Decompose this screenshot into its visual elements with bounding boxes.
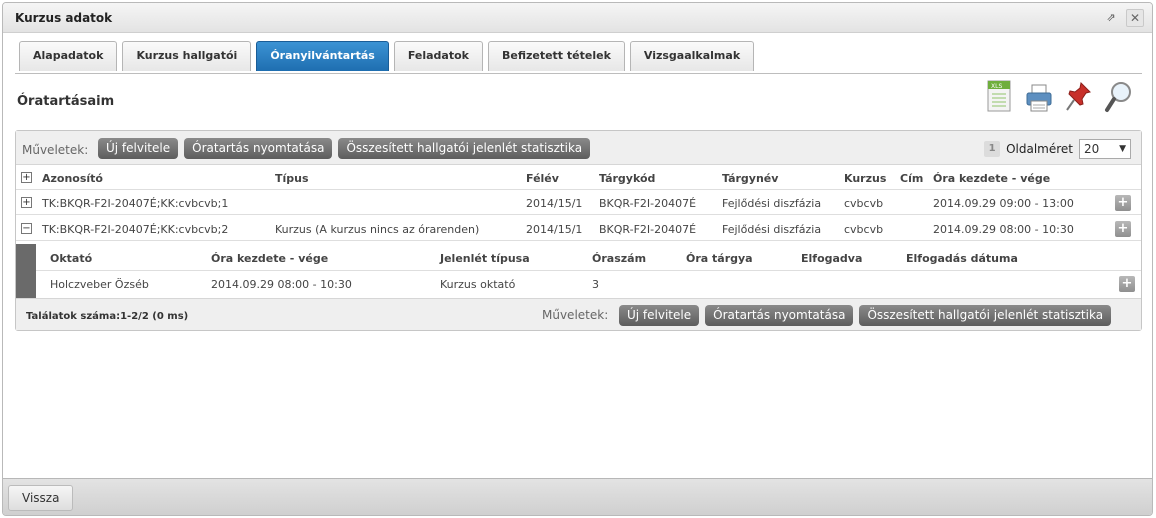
tab-vizsgaalkalmak[interactable]: Vizsgaalkalmak — [629, 41, 755, 71]
expand-row-icon[interactable]: + — [21, 197, 32, 208]
tab-alapadatok[interactable]: Alapadatok — [19, 41, 118, 71]
col-kurzus[interactable]: Kurzus — [844, 172, 886, 185]
print-icon[interactable] — [1024, 79, 1054, 115]
tab-oranyilvantartas[interactable]: Óranyilvántartás — [256, 41, 389, 71]
tab-bar: Alapadatok Kurzus hallgatói Óranyilvánta… — [19, 41, 755, 73]
table-header: + Azonosító Típus Félév Tárgykód Tárgyné… — [16, 166, 1141, 190]
print-lesson-button[interactable]: Óratartás nyomtatása — [705, 305, 854, 326]
col-ora-kezdete[interactable]: Óra kezdete - vége — [933, 172, 1050, 185]
course-data-window: Kurzus adatok ⇗ ✕ Alapadatok Kurzus hall… — [2, 2, 1153, 516]
subcol-ora-kezdete[interactable]: Óra kezdete - vége — [211, 252, 328, 265]
result-count: Találatok száma:1-2/2 (0 ms) — [26, 311, 189, 322]
cell-targynev: Fejlődési diszfázia — [722, 197, 822, 210]
cell-ora-kezdete: 2014.09.29 09:00 - 13:00 — [933, 197, 1074, 210]
grid-footer: Találatok száma:1-2/2 (0 ms) Műveletek: … — [16, 298, 1141, 330]
cell-targykod: BKQR-F2I-20407É — [599, 223, 697, 236]
page-size-label: Oldalméret — [1006, 142, 1073, 156]
tab-divider — [15, 73, 1142, 74]
subcol-elfogadva[interactable]: Elfogadva — [801, 252, 862, 265]
page-size-select[interactable]: 20 ▼ — [1079, 139, 1131, 159]
subcell-oktato: Holczveber Özséb — [50, 278, 149, 291]
col-tipus[interactable]: Típus — [275, 172, 309, 185]
subcell-ora-kezdete: 2014.09.29 08:00 - 10:30 — [211, 278, 352, 291]
back-button[interactable]: Vissza — [8, 485, 74, 511]
toolbar-icons: XLS — [984, 79, 1134, 115]
page-title: Óratartásaim — [17, 94, 115, 109]
attendance-stats-button[interactable]: Összesített hallgatói jelenlét statiszti… — [338, 138, 591, 159]
tab-befizetett-tetelek[interactable]: Befizetett tételek — [487, 41, 625, 71]
row-add-icon[interactable]: + — [1115, 221, 1131, 237]
subcol-ora-targya[interactable]: Óra tárgya — [686, 252, 753, 265]
popout-icon[interactable]: ⇗ — [1104, 11, 1118, 25]
window-title: Kurzus adatok — [15, 11, 113, 25]
subtable-indent-bar — [16, 244, 36, 298]
tab-feladatok[interactable]: Feladatok — [393, 41, 483, 71]
cell-targykod: BKQR-F2I-20407É — [599, 197, 697, 210]
footer-actions-label: Műveletek: — [542, 308, 609, 322]
actions-label: Műveletek: — [22, 143, 89, 157]
col-targykod[interactable]: Tárgykód — [599, 172, 655, 185]
pin-icon[interactable] — [1064, 79, 1094, 115]
cell-targynev: Fejlődési diszfázia — [722, 223, 822, 236]
subrow-add-icon[interactable]: + — [1119, 276, 1135, 292]
cell-felev: 2014/15/1 — [526, 223, 583, 236]
col-cim[interactable]: Cím — [900, 172, 923, 185]
subcell-jelenlet-tipusa: Kurzus oktató — [440, 278, 516, 291]
table-row[interactable]: − TK:BKQR-F2I-20407É;KK:cvbcvb;2 Kurzus … — [16, 217, 1141, 241]
page-number[interactable]: 1 — [984, 141, 1001, 157]
detail-subtable: Oktató Óra kezdete - vége Jelenlét típus… — [16, 244, 1141, 298]
collapse-row-icon[interactable]: − — [21, 223, 32, 234]
subcol-elfogadas-datuma[interactable]: Elfogadás dátuma — [906, 252, 1018, 265]
dialog-footer: Vissza — [3, 478, 1152, 515]
tab-kurzus-hallgatoi[interactable]: Kurzus hallgatói — [122, 41, 252, 71]
cell-azonosito: TK:BKQR-F2I-20407É;KK:cvbcvb;2 — [42, 223, 229, 236]
window-titlebar: Kurzus adatok ⇗ ✕ — [3, 3, 1152, 33]
cell-tipus: Kurzus (A kurzus nincs az órarenden) — [275, 223, 480, 236]
svg-text:XLS: XLS — [991, 83, 1002, 90]
attendance-stats-button[interactable]: Összesített hallgatói jelenlét statiszti… — [859, 305, 1112, 326]
close-icon[interactable]: ✕ — [1126, 9, 1144, 27]
cell-ora-kezdete: 2014.09.29 08:00 - 10:30 — [933, 223, 1074, 236]
subtable-header: Oktató Óra kezdete - vége Jelenlét típus… — [36, 244, 1141, 271]
col-felev[interactable]: Félév — [526, 172, 559, 185]
cell-felev: 2014/15/1 — [526, 197, 583, 210]
subtable-row[interactable]: Holczveber Özséb 2014.09.29 08:00 - 10:3… — [36, 271, 1141, 297]
grid-toolbar: Műveletek: Új felvitele Óratartás nyomta… — [16, 131, 1141, 165]
search-icon[interactable] — [1104, 79, 1134, 115]
new-entry-button[interactable]: Új felvitele — [98, 138, 179, 159]
cell-kurzus: cvbcvb — [844, 223, 884, 236]
subcol-oktato[interactable]: Oktató — [50, 252, 92, 265]
subcell-oraszam: 3 — [592, 278, 599, 291]
subcol-oraszam[interactable]: Óraszám — [592, 252, 646, 265]
expand-all-icon[interactable]: + — [21, 172, 32, 183]
subcol-jelenlet-tipusa[interactable]: Jelenlét típusa — [440, 252, 530, 265]
col-azonosito[interactable]: Azonosító — [42, 172, 103, 185]
page-size-value: 20 — [1084, 142, 1100, 156]
cell-azonosito: TK:BKQR-F2I-20407É;KK:cvbcvb;1 — [42, 197, 229, 210]
print-lesson-button[interactable]: Óratartás nyomtatása — [184, 138, 333, 159]
row-add-icon[interactable]: + — [1115, 195, 1131, 211]
col-targynev[interactable]: Tárgynév — [722, 172, 778, 185]
lessons-grid: Műveletek: Új felvitele Óratartás nyomta… — [15, 130, 1142, 331]
table-row[interactable]: + TK:BKQR-F2I-20407É;KK:cvbcvb;1 2014/15… — [16, 191, 1141, 215]
new-entry-button[interactable]: Új felvitele — [619, 305, 700, 326]
xls-export-icon[interactable]: XLS — [984, 79, 1014, 115]
chevron-down-icon: ▼ — [1119, 144, 1126, 154]
cell-kurzus: cvbcvb — [844, 197, 884, 210]
